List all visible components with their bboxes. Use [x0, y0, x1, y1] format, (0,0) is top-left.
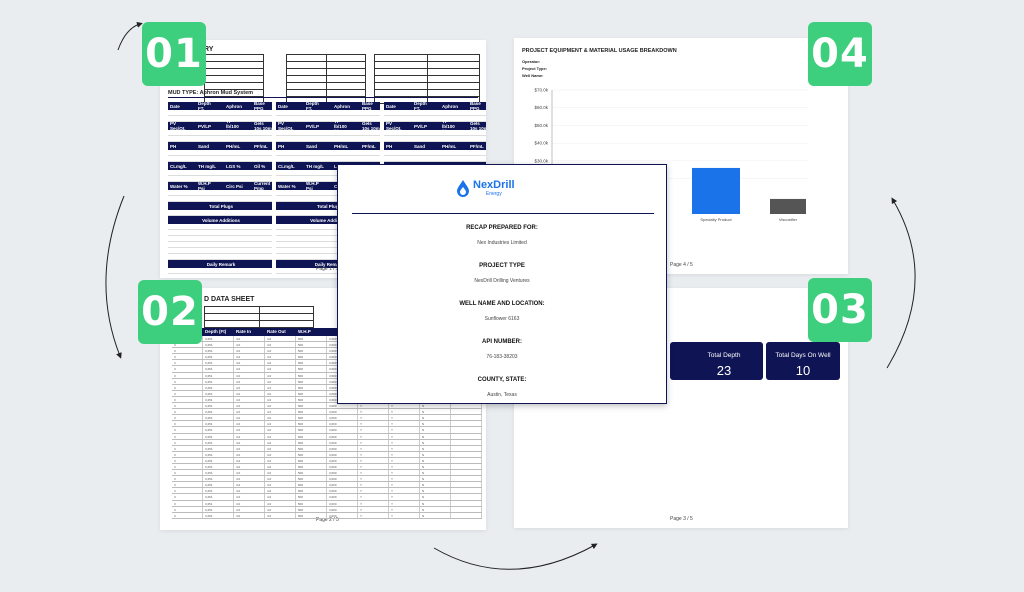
page-3-footer: Page 3 / 5: [670, 516, 693, 522]
project-type-label: PROJECT TYPE: [479, 263, 525, 269]
well-name-label: Well Name:: [522, 73, 544, 78]
api-label: API NUMBER:: [482, 339, 522, 345]
mud-header-row: Date Depth FT. Aphron Base PPG: [276, 101, 380, 111]
stat-title: Total Days On Well: [775, 352, 831, 359]
cover-page: NexDrill Energy RECAP PREPARED FOR: Nex …: [337, 164, 667, 404]
arrow-right: [886, 197, 916, 369]
project-type-label: Project Type:: [522, 66, 548, 71]
badge-02: 02: [138, 280, 202, 344]
well-label: WELL NAME AND LOCATION:: [459, 301, 545, 307]
mud-header-row: PV Sec/Qt. PV/LP YP lb/100 ft² Gels 10s 10m: [384, 118, 486, 134]
y-tick-label: $30.0k: [534, 158, 548, 163]
mud-header-row: PV Sec/Qt. PV/LP YP lb/100 ft² Gels 10s 10m: [168, 118, 272, 134]
column-header: Rate In: [236, 329, 252, 334]
page-4-title: PROJECT EQUIPMENT & MATERIAL USAGE BREAK…: [522, 48, 677, 54]
mud-header-row: PH Sand PH/mL PF/mL: [384, 142, 486, 150]
arrow-left: [105, 195, 125, 359]
mud-section-header: Volume Additions: [168, 216, 272, 224]
y-tick-label: $70.0k: [534, 88, 548, 93]
column-header: Depth (Ft): [205, 329, 227, 334]
api-value: 76-183-38203: [486, 354, 518, 360]
mud-column-1: Date Depth FT. Aphron Base PPG PV Sec/Qt. PV/…: [168, 101, 272, 278]
x-tick-label: Specialty Product: [700, 217, 732, 222]
page-1-footer: Page 1 / 5: [316, 266, 339, 272]
project-type-value: NexDrill Drilling Ventures: [474, 278, 530, 284]
mud-section-header: Daily Remark: [168, 260, 272, 268]
well-value: Sunflower 6163: [484, 316, 520, 322]
mud-header-row: Date Depth FT. Aphron Base PPG: [168, 101, 272, 111]
flame-icon: [457, 180, 469, 197]
mud-section-header: Total Plugs: [168, 202, 272, 210]
data-info-table: [204, 306, 314, 328]
table-row: 33,2514.04.05003,600YYN: [172, 512, 482, 519]
mud-header-row: CLmg/LTH mg/LLGS %Oil %: [168, 162, 272, 170]
arrow-bottom: [433, 543, 598, 570]
brand-name: NexDrill: [473, 178, 515, 191]
brand-logo: NexDrill Energy: [456, 179, 515, 197]
bar: [692, 167, 740, 214]
prepared-for-label: RECAP PREPARED FOR:: [466, 225, 538, 231]
mud-header-row: PV Sec/Qt. PV/LP YP lb/100 ft² Gels 10s 10m: [276, 118, 380, 134]
badge-04: 04: [808, 22, 872, 86]
arrow-top-left: [117, 21, 143, 51]
bar: [770, 198, 806, 214]
cover-divider: [352, 213, 654, 214]
county-value: Austin, Texas: [487, 392, 517, 398]
page-2-title: D DATA SHEET: [204, 296, 255, 303]
stat-card-total-days: Total Days On Well 10: [766, 342, 840, 380]
brand-sub: Energy: [485, 190, 502, 197]
stat-value: 10: [795, 363, 811, 378]
column-header: W.H.P: [298, 329, 311, 334]
column-header: Rate Out: [267, 329, 286, 334]
x-tick-label: Viscosifier: [779, 217, 798, 222]
mud-type-title: MUD TYPE: Aphron Mud System: [168, 90, 254, 96]
mud-header-row: Water %W.H.P PsiCirc PsiCurrent Pmp: [168, 181, 272, 191]
y-tick-label: $60.0k: [534, 105, 548, 110]
badge-03: 03: [808, 278, 872, 342]
page-4-footer: Page 4 / 5: [670, 262, 693, 268]
badge-01: 01: [142, 22, 206, 86]
stat-value: 23: [716, 363, 732, 378]
mud-header-row: Date Depth FT. Aphron Base PPG: [384, 101, 486, 111]
operator-label: Operator:: [522, 59, 541, 64]
prepared-for-value: Nex Industries Limited: [477, 240, 527, 246]
mud-header-row: PH Sand PH/mL PF/mL: [168, 142, 272, 150]
county-label: COUNTY, STATE:: [477, 377, 527, 383]
stat-title: Total Depth: [707, 352, 741, 359]
y-tick-label: $50.0k: [534, 123, 548, 128]
mud-header-row: PH Sand PH/mL PF/mL: [276, 142, 380, 150]
stat-card-total-depth: Total Depth 23: [685, 342, 763, 380]
y-tick-label: $40.0k: [534, 141, 548, 146]
